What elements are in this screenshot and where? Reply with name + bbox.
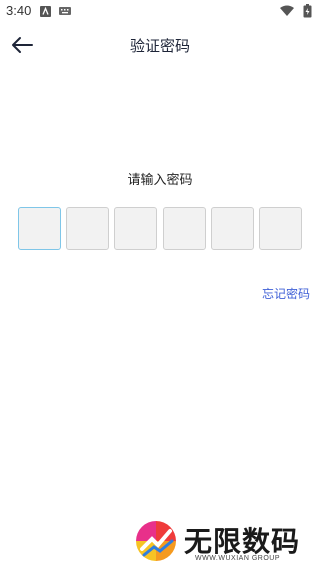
pin-digit-box[interactable]	[259, 207, 302, 250]
password-prompt: 请输入密码	[127, 173, 193, 188]
pin-digit-box[interactable]	[18, 207, 61, 250]
wifi-icon	[280, 5, 294, 16]
notification-a-icon	[40, 6, 51, 17]
status-time: 3:40	[6, 3, 32, 18]
page-title: 验证密码	[129, 37, 190, 55]
forgot-password-link[interactable]: 忘记密码	[262, 285, 310, 302]
watermark-logo: 无限数码 WWW.WUXIAN GROUP	[134, 515, 314, 567]
app-bar: 验证密码	[0, 28, 320, 64]
keyboard-icon	[59, 7, 71, 15]
battery-icon	[303, 4, 312, 18]
pin-digit-box[interactable]	[162, 207, 206, 250]
pin-digit-box[interactable]	[210, 207, 254, 250]
pin-input-row[interactable]	[18, 207, 302, 250]
wuxian-logo-icon	[136, 521, 176, 561]
pin-digit-box[interactable]	[66, 207, 110, 250]
pin-digit-box[interactable]	[114, 207, 158, 250]
watermark-sub: WWW.WUXIAN GROUP	[195, 555, 280, 562]
status-bar: 3:40	[0, 0, 320, 24]
watermark-brand: 无限数码	[184, 525, 301, 558]
